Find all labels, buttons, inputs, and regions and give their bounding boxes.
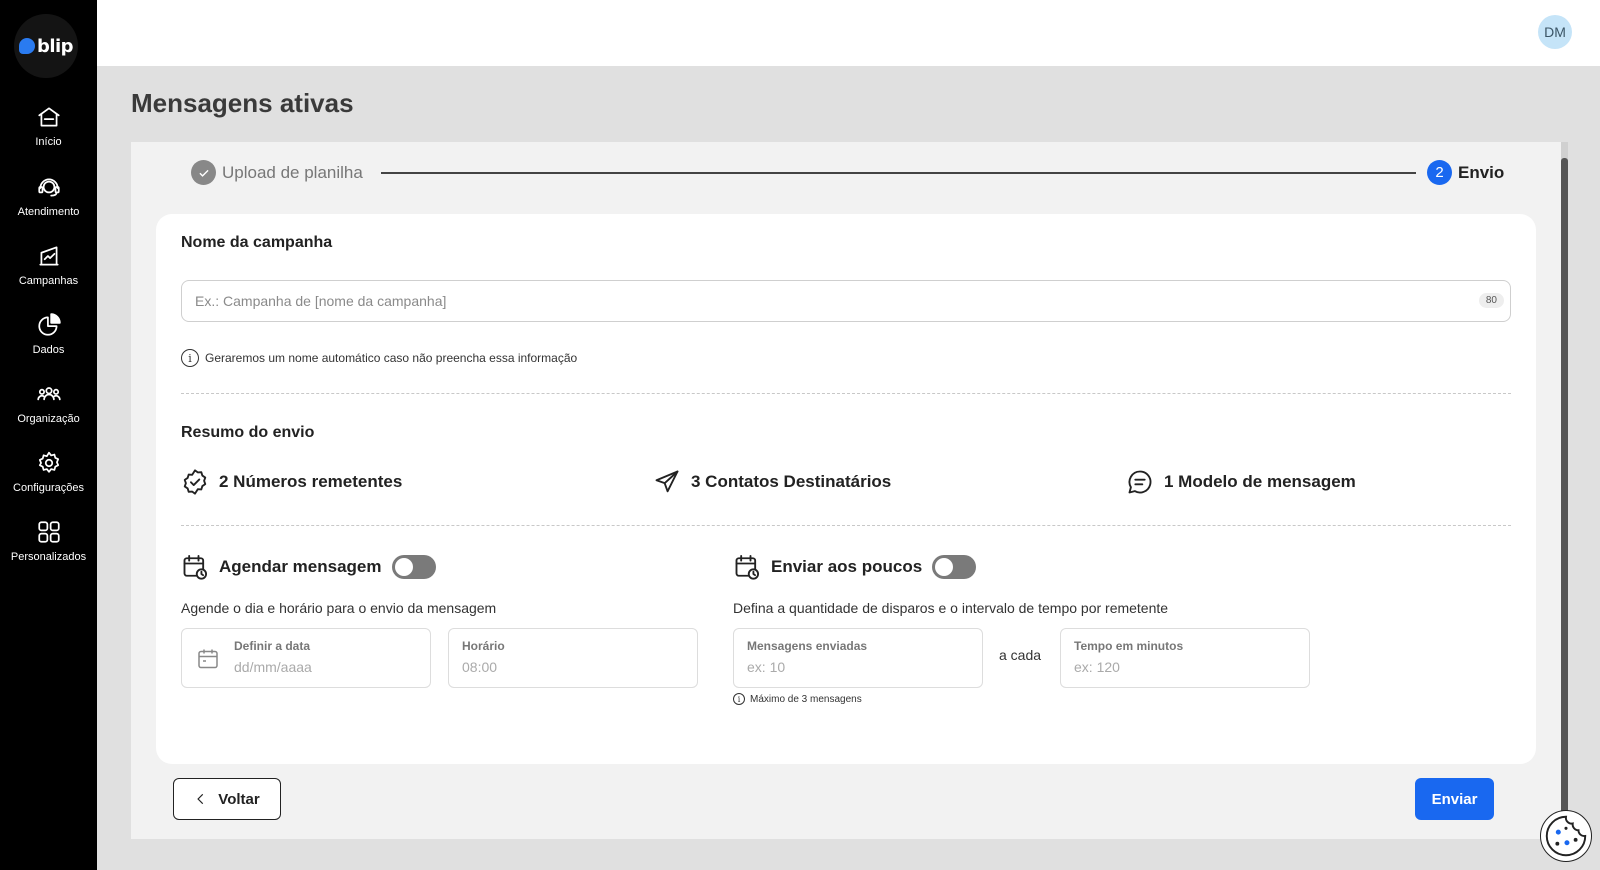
- messages-label: Mensagens enviadas: [747, 639, 868, 653]
- campaign-name-title: Nome da campanha: [181, 234, 333, 251]
- chat-bubble-icon: [18, 38, 35, 54]
- sidebar-item-dados[interactable]: Dados: [0, 312, 97, 370]
- wizard-panel: Upload de planilha 2 Envio Nome da campa…: [131, 142, 1568, 839]
- throttle-header: Enviar aos poucos: [733, 552, 977, 582]
- page-title: Mensagens ativas: [131, 88, 354, 118]
- back-button[interactable]: Voltar: [173, 778, 281, 820]
- toggle-knob: [394, 558, 413, 576]
- step-label: Envio: [1458, 162, 1505, 182]
- people-icon: [36, 387, 61, 401]
- sidebar-item-label: Organização: [17, 413, 80, 425]
- cookie-graphic: [1545, 815, 1587, 857]
- minutes-label: Tempo em minutos: [1074, 639, 1184, 653]
- home-icon: [37, 107, 60, 127]
- sidebar-item-label: Atendimento: [17, 206, 80, 218]
- scrollbar-thumb[interactable]: [1561, 158, 1568, 839]
- send-icon: [655, 470, 679, 493]
- messages-field[interactable]: Mensagens enviadas: [733, 628, 983, 688]
- minutes-input[interactable]: [1074, 659, 1254, 675]
- time-input[interactable]: [462, 659, 642, 675]
- chevron-left-icon: [197, 793, 204, 805]
- throttle-description: Defina a quantidade de disparos e o inte…: [733, 600, 1169, 616]
- avatar[interactable]: DM: [1538, 15, 1572, 49]
- time-field[interactable]: Horário: [448, 628, 698, 688]
- toggle-knob: [935, 558, 954, 576]
- divider: [181, 393, 1511, 394]
- step-label: Upload de planilha: [222, 162, 363, 182]
- sidebar-item-campanhas[interactable]: Campanhas: [0, 243, 97, 301]
- form-card: Nome da campanha 80 i Geraremos um nome …: [156, 214, 1536, 764]
- blip-logo[interactable]: blip: [14, 14, 78, 78]
- max-messages-hint: i Máximo de 3 mensagens: [733, 693, 862, 705]
- campaign-name-input[interactable]: [195, 281, 1455, 321]
- message-icon: [1128, 470, 1152, 494]
- summary-template: 1 Modelo de mensagem: [1126, 468, 1356, 496]
- sidebar-item-personalizados[interactable]: Personalizados: [0, 519, 97, 577]
- throttle-title: Enviar aos poucos: [771, 557, 923, 576]
- scrollbar[interactable]: [1561, 142, 1568, 839]
- sidebar: blip Início Atendimento Campanhas Dados …: [0, 0, 97, 870]
- summary-text: 1 Modelo de mensagem: [1164, 472, 1356, 491]
- campaign-name-hint: i Geraremos um nome automático caso não …: [181, 349, 577, 367]
- minutes-field[interactable]: Tempo em minutos: [1060, 628, 1310, 688]
- grid-icon: [37, 521, 60, 543]
- summary-recipients: 3 Contatos Destinatários: [653, 468, 891, 496]
- pie-chart-icon: [37, 313, 61, 336]
- calendar-clock-icon: [735, 554, 760, 580]
- sidebar-item-inicio[interactable]: Início: [0, 104, 97, 162]
- interval-separator: a cada: [999, 647, 1042, 663]
- sidebar-item-label: Personalizados: [10, 551, 87, 563]
- sidebar-item-label: Campanhas: [18, 275, 79, 287]
- hint-text: Geraremos um nome automático caso não pr…: [205, 351, 578, 365]
- messages-input[interactable]: [747, 659, 927, 675]
- sidebar-item-configuracoes[interactable]: Configurações: [0, 450, 97, 508]
- sidebar-item-label: Início: [35, 136, 62, 148]
- send-button[interactable]: Enviar: [1415, 778, 1494, 820]
- sidebar-item-atendimento[interactable]: Atendimento: [0, 174, 97, 232]
- summary-text: 3 Contatos Destinatários: [691, 472, 892, 491]
- time-label: Horário: [462, 639, 505, 653]
- date-field[interactable]: Definir a data: [181, 628, 431, 688]
- logo-text: blip: [36, 35, 74, 57]
- cookie-icon[interactable]: [1540, 810, 1592, 862]
- throttle-toggle[interactable]: [932, 555, 977, 579]
- schedule-description: Agende o dia e horário para o envio da m…: [181, 600, 497, 616]
- date-input[interactable]: [234, 659, 414, 675]
- schedule-title: Agendar mensagem: [219, 557, 382, 576]
- info-icon: i: [181, 349, 199, 367]
- top-bar: DM: [97, 0, 1600, 66]
- sidebar-item-label: Dados: [32, 344, 65, 356]
- max-hint-text: Máximo de 3 mensagens: [750, 693, 862, 705]
- stepper-line: [381, 172, 1416, 174]
- gear-icon: [38, 451, 59, 473]
- badge-check-icon: [183, 469, 207, 495]
- info-icon: i: [733, 693, 745, 705]
- schedule-toggle[interactable]: [391, 555, 436, 579]
- back-button-label: Voltar: [218, 790, 260, 808]
- check-icon: [191, 160, 216, 185]
- sidebar-item-organizacao[interactable]: Organização: [0, 381, 97, 439]
- schedule-header: Agendar mensagem: [181, 552, 436, 582]
- calendar-clock-icon: [183, 554, 208, 580]
- sidebar-item-label: Configurações: [13, 482, 84, 494]
- main-content: Mensagens ativas Upload de planilha 2 En…: [97, 66, 1600, 870]
- date-label: Definir a data: [234, 639, 311, 653]
- headset-icon: [37, 178, 60, 197]
- summary-title: Resumo do envio: [181, 424, 315, 441]
- campaign-icon: [38, 246, 59, 266]
- step-number: 2: [1427, 160, 1452, 185]
- summary-senders: 2 Números remetentes: [181, 468, 402, 496]
- step-envio: 2 Envio: [1427, 160, 1504, 185]
- campaign-name-field[interactable]: 80: [181, 280, 1511, 322]
- step-upload[interactable]: Upload de planilha: [191, 160, 363, 185]
- calendar-icon: [198, 649, 218, 669]
- summary-text: 2 Números remetentes: [219, 472, 403, 491]
- char-counter: 80: [1478, 293, 1504, 308]
- divider: [181, 525, 1511, 526]
